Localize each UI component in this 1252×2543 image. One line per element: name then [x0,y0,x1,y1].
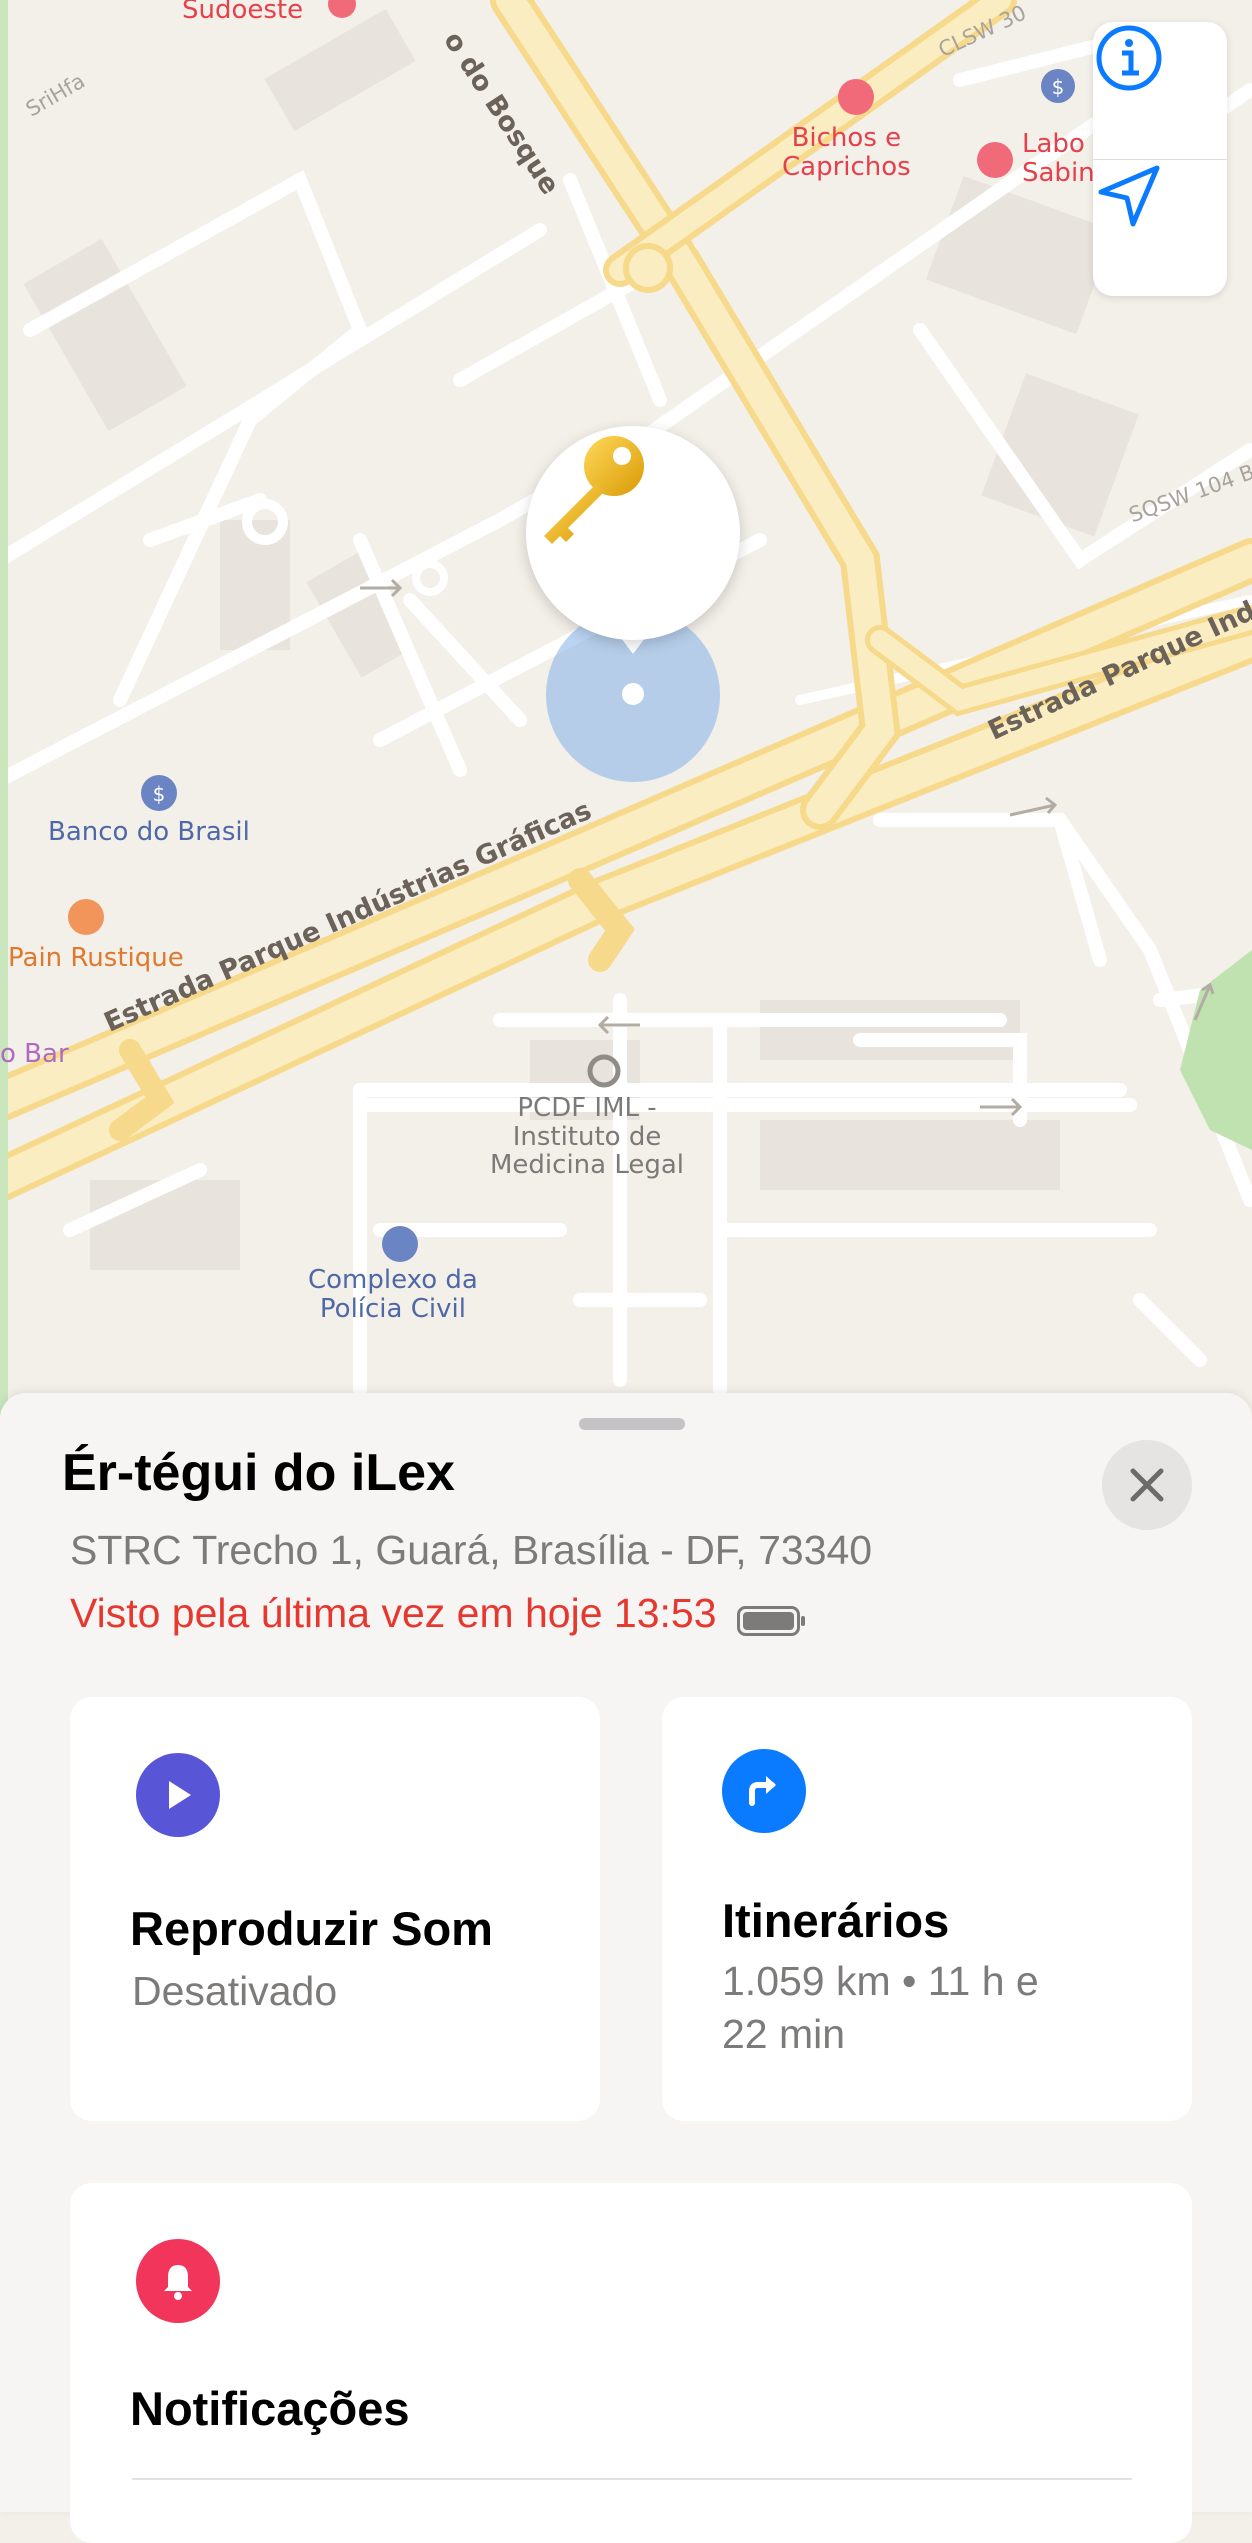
map-label-sudoeste: Sudoeste [182,0,304,25]
svg-text:$: $ [153,782,166,806]
notifications-card[interactable]: Notificações [70,2183,1192,2543]
map-controls [1093,22,1227,296]
close-button[interactable] [1102,1440,1192,1530]
item-title: Ér-tégui do iLex [62,1444,455,1502]
bell-icon [136,2239,220,2323]
directions-title: Itinerários [722,1894,950,1947]
location-arrow-icon [1098,165,1160,227]
play-icon [136,1753,220,1837]
play-sound-status: Desativado [132,1968,338,2014]
info-icon [1096,25,1162,91]
item-address: STRC Trecho 1, Guará, Brasília - DF, 733… [70,1527,873,1573]
close-icon [1130,1468,1164,1502]
map-view[interactable]: $ $ Sudoeste SriHfa o do Bosque CLSW 30 … [0,0,1252,1420]
map-label-pcdf: PCDF IML - Instituto de Medicina Legal [490,1093,685,1181]
play-sound-card[interactable]: Reproduzir Som Desativado [70,1697,600,2121]
battery-icon [736,1599,805,1636]
map-label-banco: Banco do Brasil [48,817,250,847]
key-icon [544,436,644,544]
map-label-bichos: Bichos e Caprichos [782,123,911,182]
map-label-labo: Labo Sabin [1022,129,1095,188]
sheet-grabber[interactable] [579,1418,685,1430]
location-dot [622,683,644,705]
map-label-bar: o Bar [0,1039,69,1069]
last-seen-row: Visto pela última vez em hoje 13:53 [70,1590,805,1637]
notifications-divider [132,2478,1132,2480]
item-detail-sheet: Ér-tégui do iLex STRC Trecho 1, Guará, B… [0,1393,1252,2543]
item-pin[interactable] [526,426,740,640]
map-label-policia: Complexo da Polícia Civil [308,1265,478,1324]
notifications-title: Notificações [130,2382,410,2435]
svg-text:$: $ [1052,75,1065,99]
directions-card[interactable]: Itinerários 1.059 km • 11 h e 22 min [662,1697,1192,2121]
turn-right-arrow-icon [722,1749,806,1833]
directions-distance: 1.059 km • 11 h e 22 min [722,1958,1039,2058]
last-seen-text: Visto pela última vez em hoje 13:53 [70,1590,717,1636]
info-button[interactable] [1093,22,1227,158]
map-label-pain: Pain Rustique [8,943,184,973]
current-location-button[interactable] [1093,160,1227,296]
play-sound-title: Reproduzir Som [130,1902,493,1955]
